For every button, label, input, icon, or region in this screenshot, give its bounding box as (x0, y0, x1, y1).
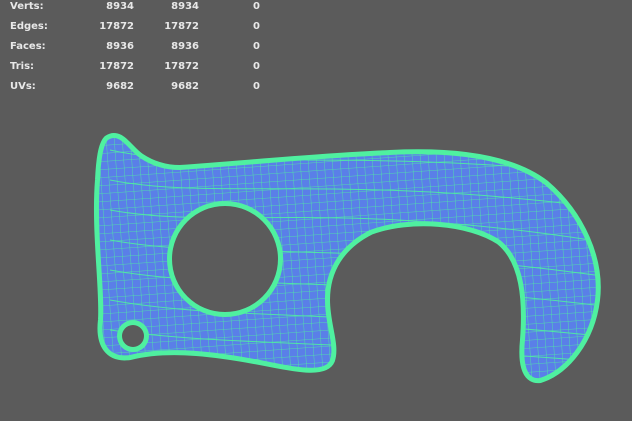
small-hole (117, 320, 149, 352)
large-hole (167, 201, 283, 317)
3d-viewport[interactable]: Verts: 8934 8934 0 Edges: 17872 17872 0 … (0, 0, 632, 421)
wireframe-mesh[interactable] (0, 0, 632, 421)
